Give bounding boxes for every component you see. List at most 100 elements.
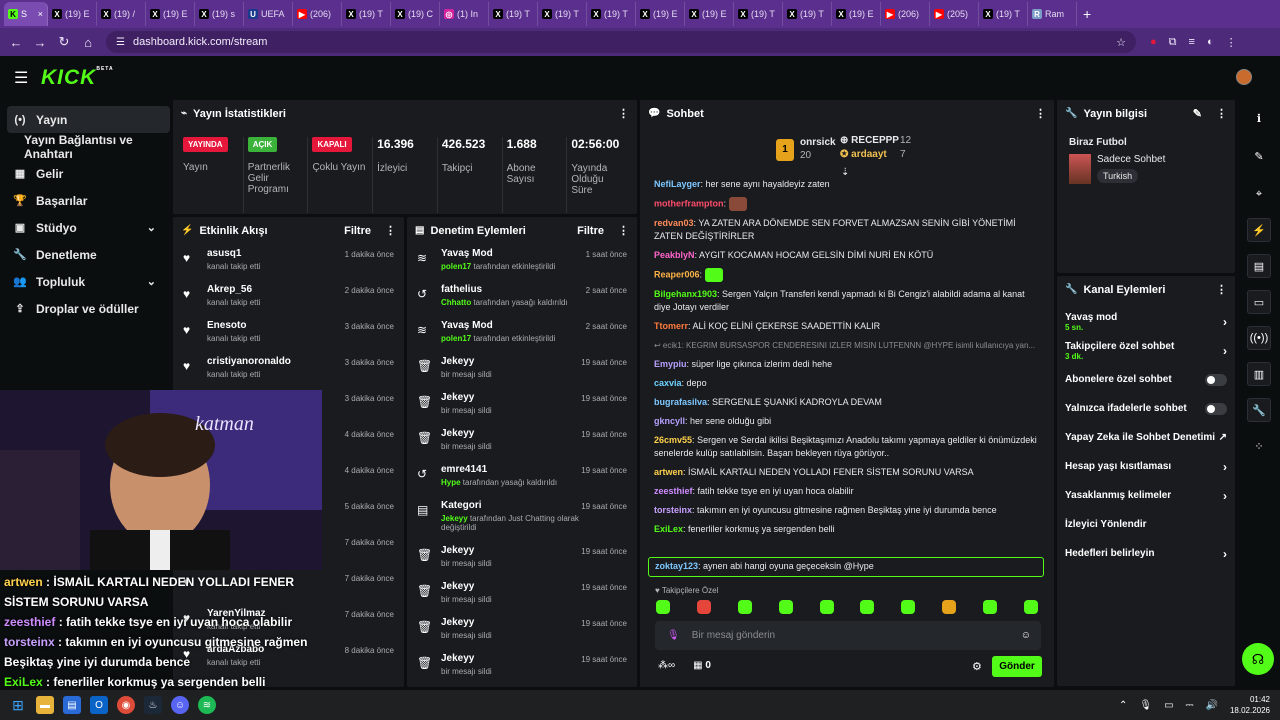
tab-close-icon[interactable]: × — [38, 9, 43, 19]
emote-button[interactable] — [737, 600, 752, 614]
moderator-name[interactable]: Chhatto — [441, 298, 471, 307]
chevron-right-icon[interactable]: › — [1223, 460, 1227, 474]
activity-user[interactable]: cristiyanoronaldo — [207, 356, 291, 367]
back-icon[interactable]: ← — [4, 35, 28, 50]
chat-message[interactable]: 26cmv55: Sergen ve Serdal ikilisi Beşikt… — [648, 431, 1044, 463]
moderation-row[interactable]: 🗑 Jekeyy bir mesajı sildi 19 saat önce — [407, 613, 637, 649]
chevron-right-icon[interactable]: › — [1223, 489, 1227, 503]
focus-icon[interactable]: ⌖ — [1247, 182, 1271, 206]
browser-tab[interactable]: ◎ (1) In — [440, 2, 489, 26]
chat-message[interactable]: gkncyll: her sene olduğu gibi — [648, 412, 1044, 431]
chat-username[interactable]: artwen — [654, 467, 683, 477]
moderation-row[interactable]: 🗑 Jekeyy bir mesajı sildi 19 saat önce — [407, 649, 637, 685]
channel-action-item[interactable]: Abonelere özel sohbet — [1057, 365, 1235, 394]
microphone-icon[interactable]: 🎙 — [1139, 700, 1152, 711]
reload-icon[interactable]: ↻ — [52, 34, 76, 50]
chat-icon[interactable]: ▭ — [1247, 290, 1271, 314]
more-icon[interactable]: ⋮ — [1216, 107, 1227, 120]
lightning-icon[interactable]: ⚡ — [1247, 218, 1271, 242]
browser-tab[interactable]: X (19) / — [97, 2, 146, 26]
clock[interactable]: 01:42 18.02.2026 — [1230, 694, 1270, 716]
moderation-row[interactable]: 🗑 Jekeyy bir mesajı sildi 19 saat önce — [407, 577, 637, 613]
external-link-icon[interactable]: ↗ — [1219, 432, 1227, 443]
tray-chevron-icon[interactable]: ⌃ — [1119, 700, 1127, 711]
chat-message[interactable]: ↩ ecik1: KEGRIM BURSASPOR CENDERESINI IZ… — [648, 336, 1044, 355]
document-icon[interactable]: ▤ — [1247, 254, 1271, 278]
more-icon[interactable]: ⋮ — [385, 224, 396, 237]
browser-tab[interactable]: X (19) T — [783, 2, 832, 26]
activity-row[interactable]: ♥ asusq1 kanalı takip etti 1 dakika önce — [173, 244, 404, 280]
moderation-row[interactable]: ↺ emre4141 Hype tarafından yasağı kaldırıl… — [407, 460, 637, 496]
chat-username[interactable]: 26cmv55 — [654, 435, 692, 445]
wrench-icon[interactable]: 🔧 — [1247, 398, 1271, 422]
channel-action-item[interactable]: Hesap yaşı kısıtlaması › — [1057, 452, 1235, 481]
tab-search-icon[interactable]: ≡ — [1189, 36, 1195, 49]
activity-filter-button[interactable]: Filtre — [344, 225, 371, 237]
more-icon[interactable]: ⋮ — [618, 107, 629, 120]
chat-username[interactable]: NefiLayger — [654, 179, 701, 189]
emote-button[interactable] — [696, 600, 711, 614]
chat-username[interactable]: caxvia — [654, 378, 682, 388]
moderation-target[interactable]: Jekeyy — [441, 428, 591, 439]
chat-username[interactable]: redvan03 — [654, 218, 694, 228]
chevron-down-icon[interactable]: ⌄ — [147, 275, 156, 288]
chat-message[interactable]: motherframpton: — [648, 194, 1044, 214]
chat-message[interactable]: PeakblyN: AYGIT KOCAMAN HOCAM GELSİN DİM… — [648, 246, 1044, 265]
moderation-target[interactable]: Jekeyy — [441, 581, 591, 592]
microphone-icon[interactable]: 🎙 — [667, 630, 680, 641]
display-icon[interactable]: ▭ — [1164, 700, 1173, 711]
chat-username[interactable]: Bilgehanx1903 — [654, 289, 717, 299]
emote-button[interactable] — [1023, 600, 1038, 614]
browser-tab[interactable]: ▶ (205) — [930, 2, 979, 26]
category-thumbnail[interactable] — [1069, 154, 1091, 184]
sidebar-item[interactable]: ▦ Gelir — [0, 160, 170, 187]
windows-start-icon[interactable]: ⊞ — [9, 696, 27, 714]
moderation-row[interactable]: ▤ Kategori Jekeyy tarafından Just Chatting… — [407, 496, 637, 541]
extension-icon[interactable]: ● — [1150, 36, 1157, 49]
broadcast-icon[interactable]: ((•)) — [1247, 326, 1271, 350]
emote-button[interactable] — [942, 600, 957, 614]
menu-dots-icon[interactable]: ⋮ — [1226, 36, 1237, 49]
sidebar-item[interactable]: 🏆 Başarılar — [0, 187, 170, 214]
moderation-row[interactable]: ≋ Yavaş Mod polen17 tarafından etkinleştir… — [407, 244, 637, 280]
user-avatar[interactable] — [1236, 69, 1252, 85]
moderation-row[interactable]: 🗑 Jekeyy bir mesajı sildi 19 saat önce — [407, 388, 637, 424]
volume-icon[interactable]: 🔊 — [1206, 700, 1218, 711]
moderation-target[interactable]: Jekeyy — [441, 545, 591, 556]
leader-name[interactable]: ⊕ RECEPPP — [840, 135, 899, 146]
chat-username[interactable]: zeesthief — [654, 486, 693, 496]
chevron-down-icon[interactable]: ⌄ — [147, 221, 156, 234]
channel-action-item[interactable]: İzleyici Yönlendir — [1057, 510, 1235, 539]
moderation-row[interactable]: 🗑 Jekeyy bir mesajı sildi 19 saat önce — [407, 352, 637, 388]
edit-icon[interactable]: ✎ — [1193, 107, 1202, 120]
chrome-icon[interactable]: ◉ — [117, 696, 135, 714]
channel-action-item[interactable]: Yasaklanmış kelimeler › — [1057, 481, 1235, 510]
network-icon[interactable]: ⎓ — [1186, 700, 1194, 711]
toggle-switch[interactable] — [1205, 402, 1227, 415]
channel-action-item[interactable]: Hedefleri belirleyin › — [1057, 539, 1235, 568]
chat-message[interactable]: bugrafasilva: SERGENLE ŞUANKİ KADROYLA D… — [648, 393, 1044, 412]
moderator-name[interactable]: Jekeyy — [441, 514, 468, 523]
browser-tab[interactable]: X (19) T — [979, 2, 1028, 26]
emoji-icon[interactable]: ☺ — [1021, 630, 1031, 641]
chat-message[interactable]: torsteinx: takımın en iyi oyuncusu gitme… — [648, 501, 1044, 520]
hamburger-menu-icon[interactable]: ☰ — [14, 68, 28, 88]
moderation-row[interactable]: 🗑 Jekeyy bir mesajı sildi 19 saat önce — [407, 541, 637, 577]
moderation-target[interactable]: fathelius — [441, 284, 591, 295]
activity-row[interactable]: ♥ cristiyanoronaldo kanalı takip etti 3 dak… — [173, 352, 404, 388]
sidebar-item[interactable]: (•) Yayın — [7, 106, 170, 133]
browser-tab[interactable]: X (19) T — [489, 2, 538, 26]
kick-logo[interactable]: KICKBETA — [41, 66, 114, 90]
emote-button[interactable] — [860, 600, 875, 614]
moderator-name[interactable]: polen17 — [441, 262, 471, 271]
sidebar-item[interactable]: 🔧 Denetleme — [0, 241, 170, 268]
chat-username[interactable]: bugrafasilva — [654, 397, 707, 407]
steam-icon[interactable]: ♨ — [144, 696, 162, 714]
sidebar-item[interactable]: Yayın Bağlantısı ve Anahtarı — [0, 133, 170, 161]
browser-tab[interactable]: ▶ (206) — [293, 2, 342, 26]
moderator-name[interactable]: Hype — [441, 478, 461, 487]
channel-action-item[interactable]: Yapay Zeka ile Sohbet Denetimi ↗ — [1057, 423, 1235, 452]
chat-message[interactable]: caxvia: depo — [648, 374, 1044, 393]
new-tab-icon[interactable]: + — [1083, 6, 1091, 22]
pen-icon[interactable]: ✎ — [1247, 144, 1271, 168]
